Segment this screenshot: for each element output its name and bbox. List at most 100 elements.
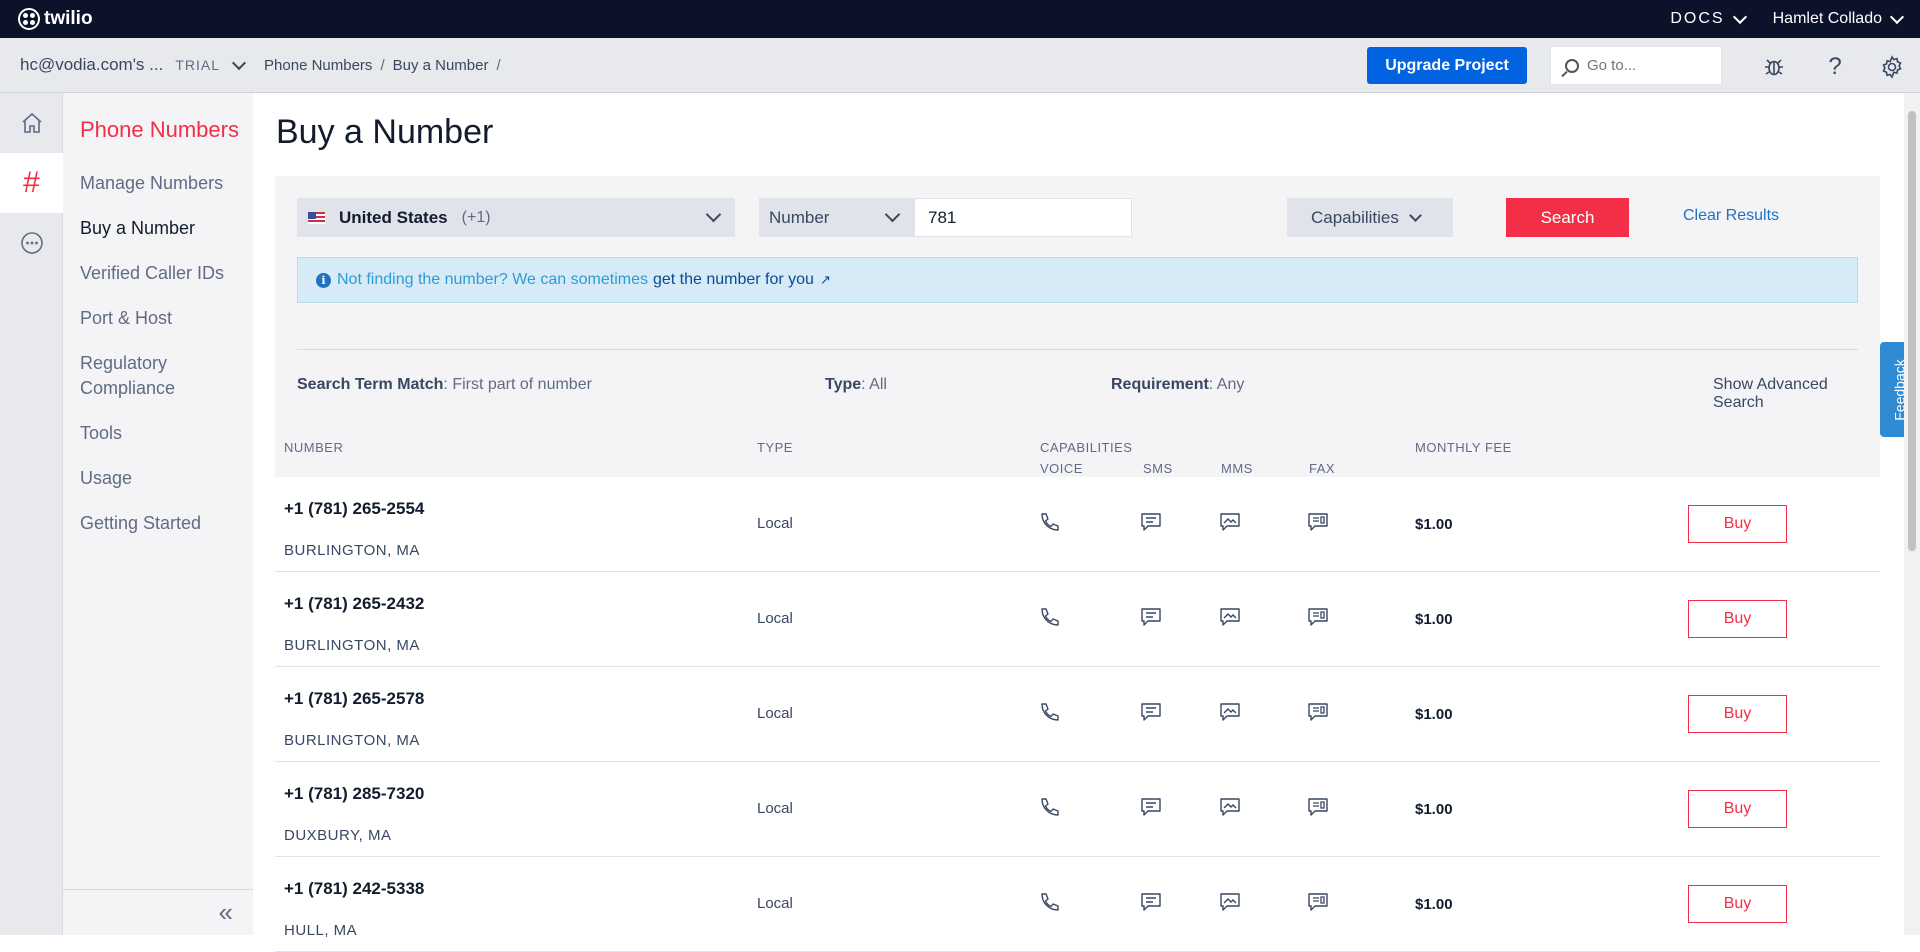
twilio-logo[interactable]: twilio bbox=[18, 8, 93, 30]
header-type: TYPE bbox=[757, 440, 793, 455]
user-menu[interactable]: Hamlet Collado bbox=[1772, 9, 1905, 28]
sidebar-item-buy-a-number[interactable]: Buy a Number bbox=[63, 206, 253, 251]
chevron-down-icon bbox=[1889, 9, 1905, 24]
phone-number: +1 (781) 265-2432 bbox=[284, 594, 425, 613]
info-notice: i Not finding the number? We can sometim… bbox=[297, 257, 1858, 303]
sidebar-title[interactable]: Phone Numbers bbox=[80, 117, 253, 143]
header-voice: VOICE bbox=[1040, 461, 1083, 476]
gear-icon[interactable] bbox=[1878, 53, 1906, 81]
breadcrumb-separator: / bbox=[496, 56, 501, 74]
sms-icon bbox=[1141, 608, 1161, 626]
header-capabilities: CAPABILITIES bbox=[1040, 440, 1133, 455]
monthly-fee: $1.00 bbox=[1415, 611, 1453, 628]
locality: BURLINGTON, MA bbox=[284, 732, 420, 749]
brand-name: twilio bbox=[44, 8, 93, 29]
search-term-label: Search Term Match bbox=[297, 376, 444, 393]
get-number-link[interactable]: get the number for you bbox=[653, 271, 814, 289]
sidebar-item-tools[interactable]: Tools bbox=[63, 411, 253, 456]
breadcrumb-buy-a-number[interactable]: Buy a Number bbox=[393, 57, 489, 74]
sidebar: Phone Numbers Manage Numbers Buy a Numbe… bbox=[63, 93, 253, 935]
breadcrumb-phone-numbers[interactable]: Phone Numbers bbox=[264, 57, 372, 74]
table-row: +1 (781) 265-2578 BURLINGTON, MA Local $… bbox=[275, 667, 1880, 762]
chevron-down-icon bbox=[884, 206, 901, 223]
docs-label: DOCS bbox=[1670, 10, 1725, 27]
locality: DUXBURY, MA bbox=[284, 827, 392, 844]
results-table: +1 (781) 265-2554 BURLINGTON, MA Local $… bbox=[275, 477, 1880, 952]
phone-number: +1 (781) 265-2578 bbox=[284, 689, 425, 708]
chevron-down-icon bbox=[1409, 208, 1422, 222]
sms-icon bbox=[1141, 893, 1161, 911]
help-icon[interactable]: ? bbox=[1821, 53, 1849, 81]
match-type-value: Number bbox=[769, 207, 830, 227]
account-chevron-down-icon[interactable] bbox=[231, 55, 247, 70]
capabilities-dropdown[interactable]: Capabilities bbox=[1287, 198, 1453, 237]
more-icon[interactable] bbox=[0, 213, 63, 273]
number-type: Local bbox=[757, 705, 793, 722]
buy-button[interactable]: Buy bbox=[1688, 885, 1787, 923]
home-icon[interactable] bbox=[0, 93, 63, 153]
account-name[interactable]: hc@vodia.com's ... bbox=[20, 55, 163, 75]
docs-menu[interactable]: DOCS bbox=[1670, 9, 1747, 28]
sidebar-item-verified-caller-ids[interactable]: Verified Caller IDs bbox=[63, 251, 253, 296]
header-mms: MMS bbox=[1221, 461, 1253, 476]
user-name: Hamlet Collado bbox=[1772, 10, 1882, 27]
main-content: Buy a Number United States (+1) Number C… bbox=[275, 93, 1881, 952]
country-name: United States bbox=[339, 207, 448, 227]
show-advanced-search-link[interactable]: Show Advanced Search bbox=[1713, 376, 1880, 412]
search-term-filter: Search Term Match: First part of number bbox=[297, 376, 592, 394]
product-rail: # bbox=[0, 93, 63, 935]
buy-button[interactable]: Buy bbox=[1688, 790, 1787, 828]
type-value: : All bbox=[861, 376, 887, 393]
divider bbox=[297, 349, 1858, 350]
chevron-down-icon bbox=[705, 206, 722, 223]
country-select[interactable]: United States (+1) bbox=[297, 198, 735, 237]
sms-icon bbox=[1141, 798, 1161, 816]
sms-icon bbox=[1141, 513, 1161, 531]
buy-button[interactable]: Buy bbox=[1688, 600, 1787, 638]
voice-icon bbox=[1041, 608, 1059, 626]
number-search-input[interactable] bbox=[914, 198, 1132, 237]
locality: BURLINGTON, MA bbox=[284, 637, 420, 654]
breadcrumb-separator: / bbox=[380, 56, 385, 74]
sidebar-item-port-host[interactable]: Port & Host bbox=[63, 296, 253, 341]
mms-icon bbox=[1220, 703, 1240, 721]
mms-icon bbox=[1220, 798, 1240, 816]
fax-icon bbox=[1308, 513, 1328, 531]
buy-button[interactable]: Buy bbox=[1688, 505, 1787, 543]
number-type: Local bbox=[757, 515, 793, 532]
phone-numbers-hash-icon[interactable]: # bbox=[0, 153, 63, 213]
scrollbar-thumb[interactable] bbox=[1908, 111, 1916, 551]
sms-icon bbox=[1141, 703, 1161, 721]
voice-icon bbox=[1041, 798, 1059, 816]
scrollbar[interactable] bbox=[1904, 93, 1920, 935]
header-sms: SMS bbox=[1143, 461, 1173, 476]
collapse-sidebar-button[interactable]: « bbox=[63, 889, 253, 935]
sidebar-item-regulatory-compliance[interactable]: Regulatory Compliance bbox=[63, 341, 213, 411]
requirement-value: : Any bbox=[1208, 376, 1245, 393]
trial-badge: TRIAL bbox=[175, 57, 221, 73]
voice-icon bbox=[1041, 513, 1059, 531]
header-fax: FAX bbox=[1309, 461, 1336, 476]
table-row: +1 (781) 285-7320 DUXBURY, MA Local $1.0… bbox=[275, 762, 1880, 857]
buy-button[interactable]: Buy bbox=[1688, 695, 1787, 733]
goto-search[interactable] bbox=[1550, 46, 1722, 85]
goto-input[interactable] bbox=[1587, 57, 1717, 74]
table-row: +1 (781) 265-2432 BURLINGTON, MA Local $… bbox=[275, 572, 1880, 667]
clear-results-link[interactable]: Clear Results bbox=[1683, 207, 1779, 225]
locality: BURLINGTON, MA bbox=[284, 542, 420, 559]
number-type: Local bbox=[757, 895, 793, 912]
mms-icon bbox=[1220, 893, 1240, 911]
sidebar-item-usage[interactable]: Usage bbox=[63, 456, 253, 501]
monthly-fee: $1.00 bbox=[1415, 801, 1453, 818]
us-flag-icon bbox=[308, 211, 325, 224]
search-panel: United States (+1) Number Capabilities S… bbox=[275, 176, 1880, 421]
upgrade-project-button[interactable]: Upgrade Project bbox=[1367, 47, 1527, 84]
bug-icon[interactable] bbox=[1760, 53, 1788, 81]
project-bar: hc@vodia.com's ... TRIAL Phone Numbers /… bbox=[0, 38, 1920, 93]
match-type-select[interactable]: Number bbox=[759, 198, 914, 237]
header-monthly-fee: MONTHLY FEE bbox=[1415, 440, 1512, 455]
search-button[interactable]: Search bbox=[1506, 198, 1629, 237]
sidebar-item-getting-started[interactable]: Getting Started bbox=[63, 501, 253, 546]
sidebar-item-manage-numbers[interactable]: Manage Numbers bbox=[63, 161, 253, 206]
type-label: Type bbox=[825, 376, 862, 393]
